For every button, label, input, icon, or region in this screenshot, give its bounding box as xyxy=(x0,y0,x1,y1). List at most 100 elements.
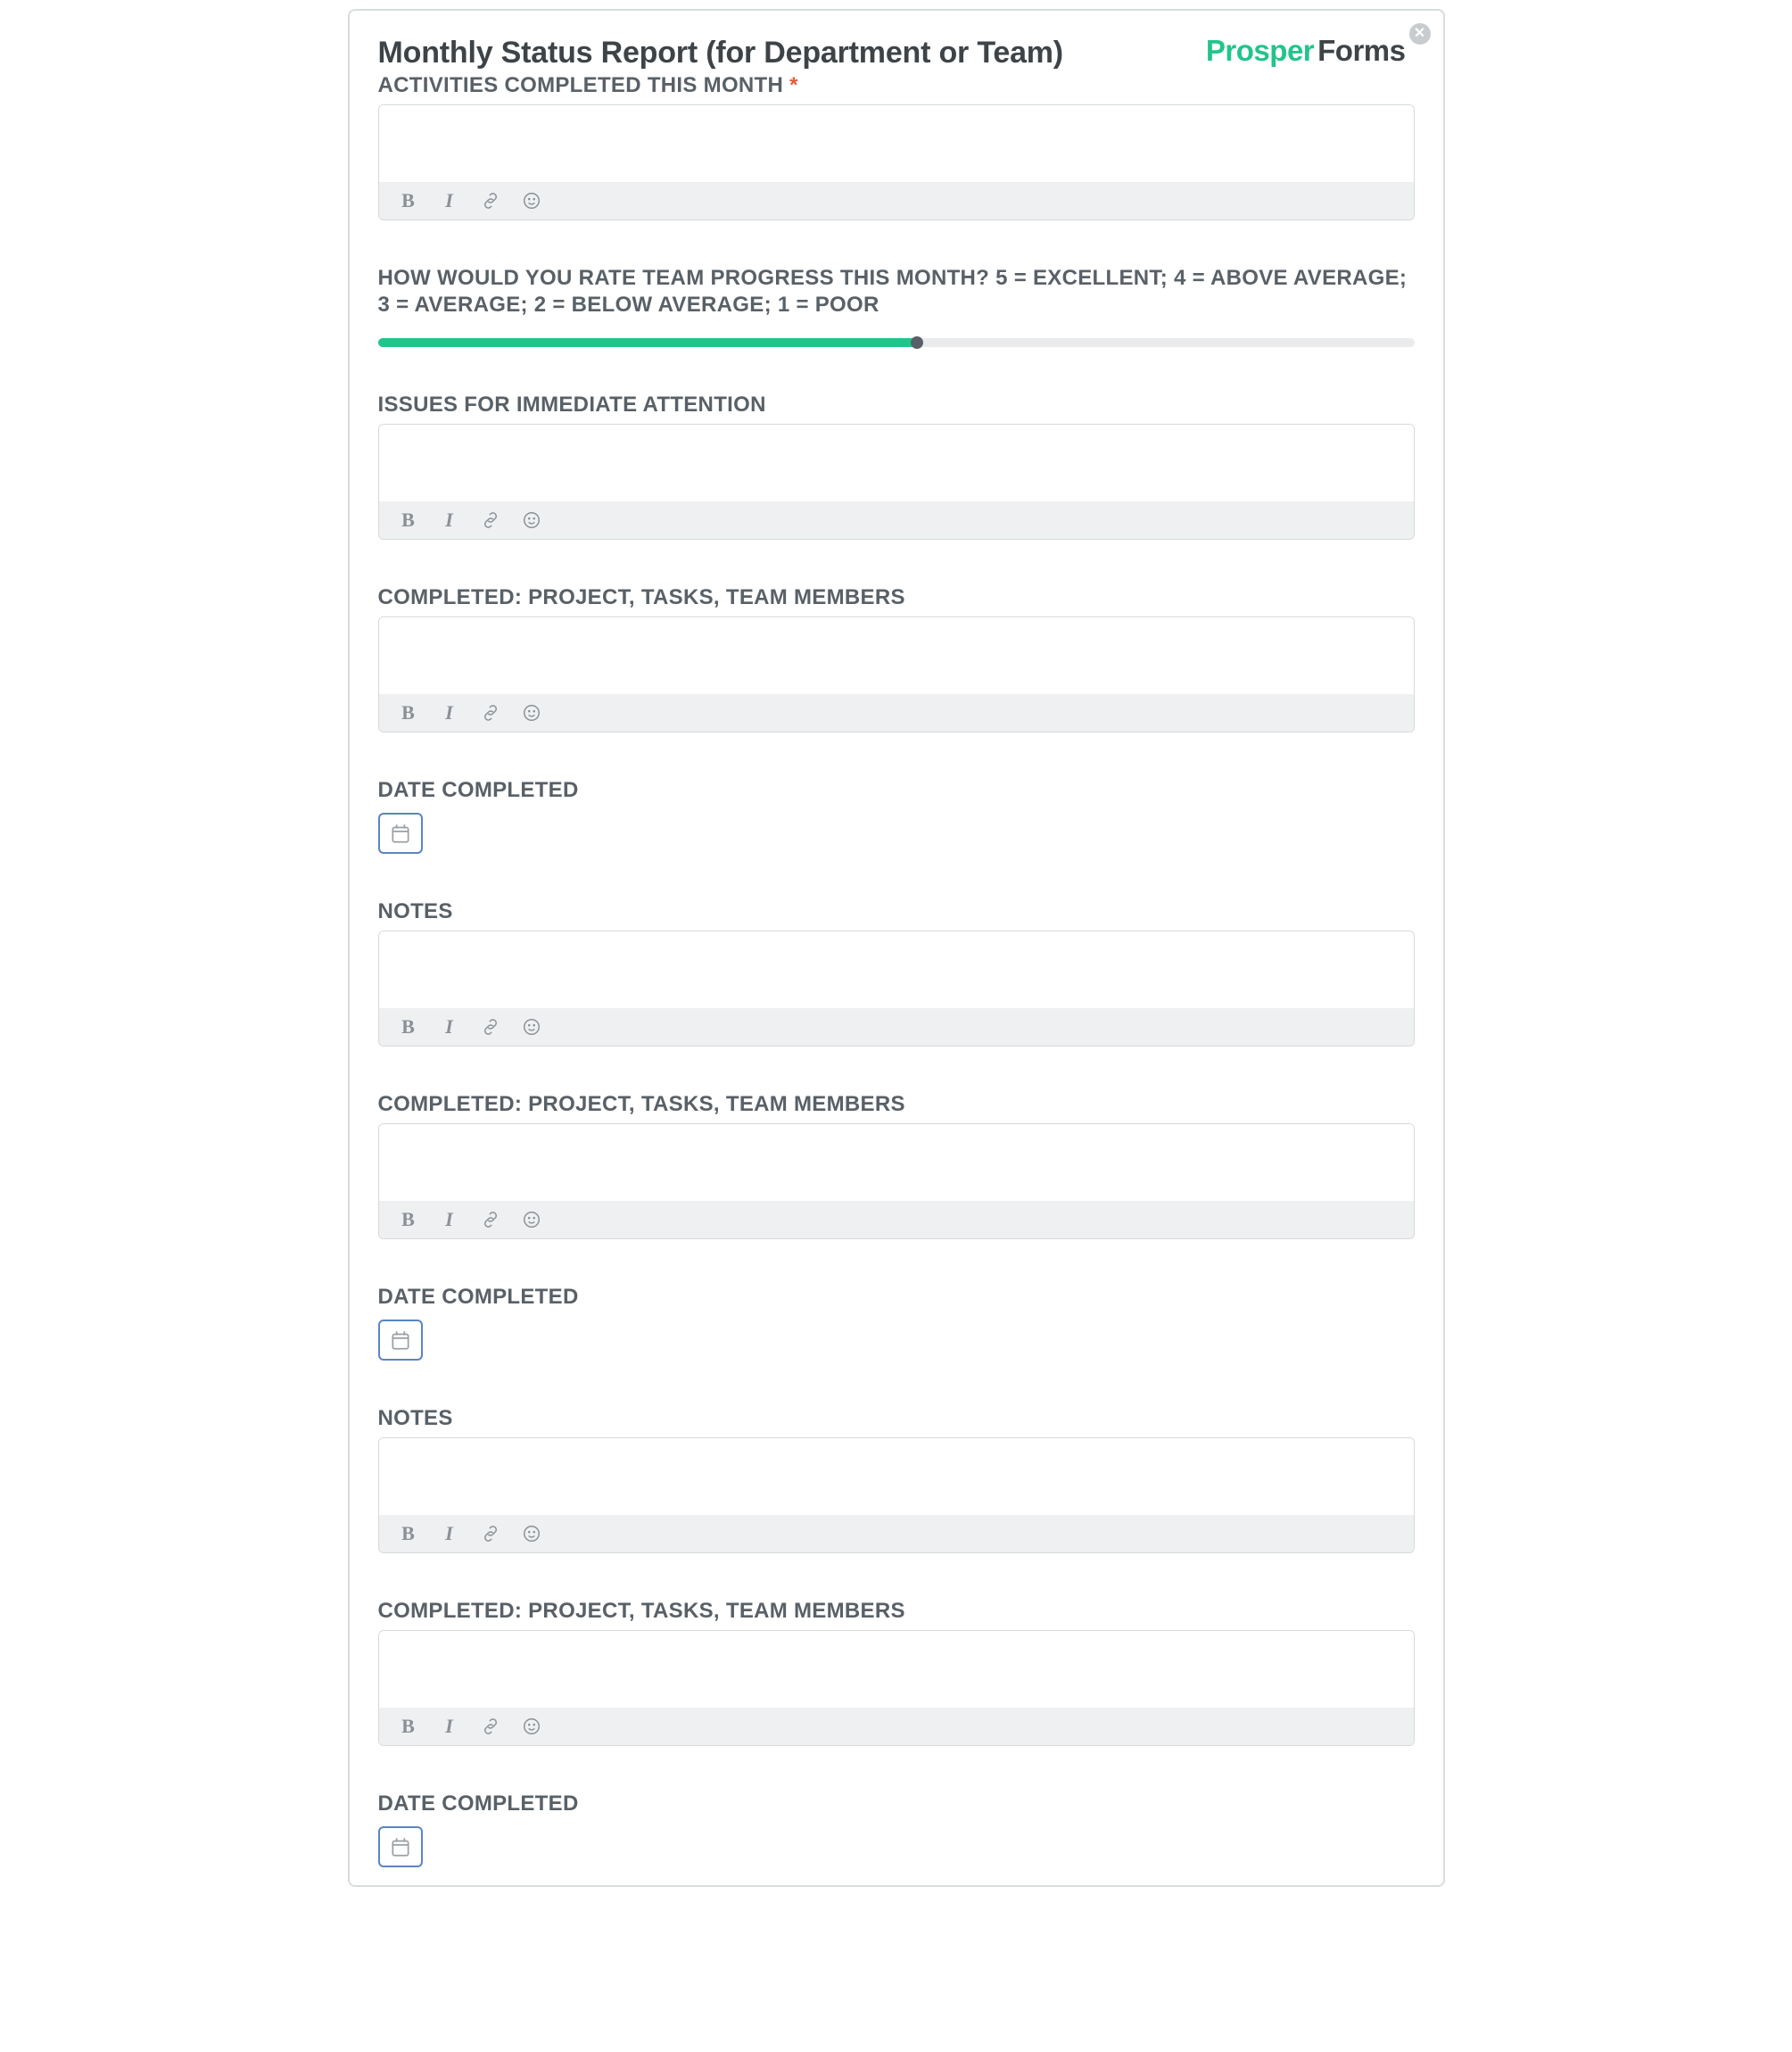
date3-picker[interactable] xyxy=(378,1826,423,1867)
italic-button[interactable]: I xyxy=(440,1210,459,1229)
field-label: NOTES xyxy=(378,898,1415,925)
link-icon xyxy=(481,510,500,530)
emoji-icon xyxy=(522,1017,541,1037)
field-date1: DATE COMPLETED xyxy=(378,777,1415,854)
emoji-icon xyxy=(522,510,541,530)
richtext-wrap: B I xyxy=(378,931,1415,1047)
link-button[interactable] xyxy=(481,1210,500,1229)
emoji-icon xyxy=(522,703,541,723)
field-date2: DATE COMPLETED xyxy=(378,1284,1415,1361)
field-date3: DATE COMPLETED xyxy=(378,1791,1415,1867)
emoji-button[interactable] xyxy=(522,510,541,530)
italic-button[interactable]: I xyxy=(440,1017,459,1037)
field-label: DATE COMPLETED xyxy=(378,777,1415,804)
bold-button[interactable]: B xyxy=(399,703,418,723)
completed3-input[interactable] xyxy=(379,1631,1414,1708)
brand-part2: Forms xyxy=(1317,34,1405,67)
link-button[interactable] xyxy=(481,703,500,723)
link-icon xyxy=(481,1717,500,1736)
emoji-icon xyxy=(522,1717,541,1736)
emoji-button[interactable] xyxy=(522,1210,541,1229)
bold-button[interactable]: B xyxy=(399,510,418,530)
richtext-toolbar: B I xyxy=(379,182,1414,219)
bold-button[interactable]: B xyxy=(399,1017,418,1037)
completed1-input[interactable] xyxy=(379,617,1414,694)
slider-thumb[interactable] xyxy=(911,336,923,349)
bold-button[interactable]: B xyxy=(399,1210,418,1229)
field-notes1: NOTES B I xyxy=(378,898,1415,1047)
link-button[interactable] xyxy=(481,1017,500,1037)
calendar-icon xyxy=(389,1328,412,1352)
field-label: ACTIVITIES COMPLETED THIS MONTH * xyxy=(378,72,1415,99)
richtext-wrap: B I xyxy=(378,616,1415,732)
link-icon xyxy=(481,191,500,211)
field-label: HOW WOULD YOU RATE TEAM PROGRESS THIS MO… xyxy=(378,265,1415,319)
form-header: Monthly Status Report (for Department or… xyxy=(378,36,1415,70)
field-completed2: COMPLETED: PROJECT, TASKS, TEAM MEMBERS … xyxy=(378,1091,1415,1239)
richtext-wrap: B I xyxy=(378,1437,1415,1553)
link-button[interactable] xyxy=(481,510,500,530)
emoji-button[interactable] xyxy=(522,703,541,723)
field-label: DATE COMPLETED xyxy=(378,1284,1415,1311)
bold-button[interactable]: B xyxy=(399,1524,418,1543)
emoji-icon xyxy=(522,1524,541,1543)
italic-button[interactable]: I xyxy=(440,510,459,530)
field-notes2: NOTES B I xyxy=(378,1405,1415,1553)
field-label: ISSUES FOR IMMEDIATE ATTENTION xyxy=(378,392,1415,418)
link-button[interactable] xyxy=(481,191,500,211)
richtext-toolbar: B I xyxy=(379,1708,1414,1745)
field-label: NOTES xyxy=(378,1405,1415,1432)
field-label: COMPLETED: PROJECT, TASKS, TEAM MEMBERS xyxy=(378,584,1415,611)
brand-part1: Prosper xyxy=(1206,34,1314,67)
field-activities: ACTIVITIES COMPLETED THIS MONTH * B I xyxy=(378,72,1415,220)
field-rating: HOW WOULD YOU RATE TEAM PROGRESS THIS MO… xyxy=(378,265,1415,347)
notes2-input[interactable] xyxy=(379,1438,1414,1515)
link-button[interactable] xyxy=(481,1717,500,1736)
italic-button[interactable]: I xyxy=(440,1524,459,1543)
emoji-icon xyxy=(522,191,541,211)
richtext-wrap: B I xyxy=(378,104,1415,220)
form-card: ✕ Monthly Status Report (for Department … xyxy=(348,9,1445,1887)
richtext-toolbar: B I xyxy=(379,1201,1414,1238)
italic-button[interactable]: I xyxy=(440,703,459,723)
italic-button[interactable]: I xyxy=(440,191,459,211)
issues-input[interactable] xyxy=(379,425,1414,501)
date1-picker[interactable] xyxy=(378,813,423,854)
emoji-button[interactable] xyxy=(522,1717,541,1736)
form-title: Monthly Status Report (for Department or… xyxy=(378,36,1063,70)
close-icon: ✕ xyxy=(1414,26,1425,41)
field-label: DATE COMPLETED xyxy=(378,1791,1415,1817)
emoji-button[interactable] xyxy=(522,1017,541,1037)
field-label: COMPLETED: PROJECT, TASKS, TEAM MEMBERS xyxy=(378,1598,1415,1625)
completed2-input[interactable] xyxy=(379,1124,1414,1201)
link-button[interactable] xyxy=(481,1524,500,1543)
activities-input[interactable] xyxy=(379,105,1414,182)
required-marker: * xyxy=(789,73,798,97)
field-completed1: COMPLETED: PROJECT, TASKS, TEAM MEMBERS … xyxy=(378,584,1415,732)
italic-button[interactable]: I xyxy=(440,1717,459,1736)
richtext-toolbar: B I xyxy=(379,501,1414,539)
notes1-input[interactable] xyxy=(379,931,1414,1008)
link-icon xyxy=(481,1524,500,1543)
richtext-wrap: B I xyxy=(378,1630,1415,1746)
close-button[interactable]: ✕ xyxy=(1409,23,1431,45)
field-issues: ISSUES FOR IMMEDIATE ATTENTION B I xyxy=(378,392,1415,540)
field-completed3: COMPLETED: PROJECT, TASKS, TEAM MEMBERS … xyxy=(378,1598,1415,1746)
richtext-toolbar: B I xyxy=(379,1515,1414,1552)
richtext-toolbar: B I xyxy=(379,1008,1414,1046)
emoji-button[interactable] xyxy=(522,191,541,211)
richtext-wrap: B I xyxy=(378,1123,1415,1239)
richtext-wrap: B I xyxy=(378,424,1415,540)
link-icon xyxy=(481,1210,500,1229)
slider-fill xyxy=(378,338,917,347)
calendar-icon xyxy=(389,1835,412,1858)
bold-button[interactable]: B xyxy=(399,1717,418,1736)
emoji-button[interactable] xyxy=(522,1524,541,1543)
brand-logo: ProsperForms xyxy=(1206,34,1406,68)
link-icon xyxy=(481,703,500,723)
date2-picker[interactable] xyxy=(378,1320,423,1361)
emoji-icon xyxy=(522,1210,541,1229)
calendar-icon xyxy=(389,822,412,845)
rating-slider[interactable] xyxy=(378,338,1415,347)
bold-button[interactable]: B xyxy=(399,191,418,211)
